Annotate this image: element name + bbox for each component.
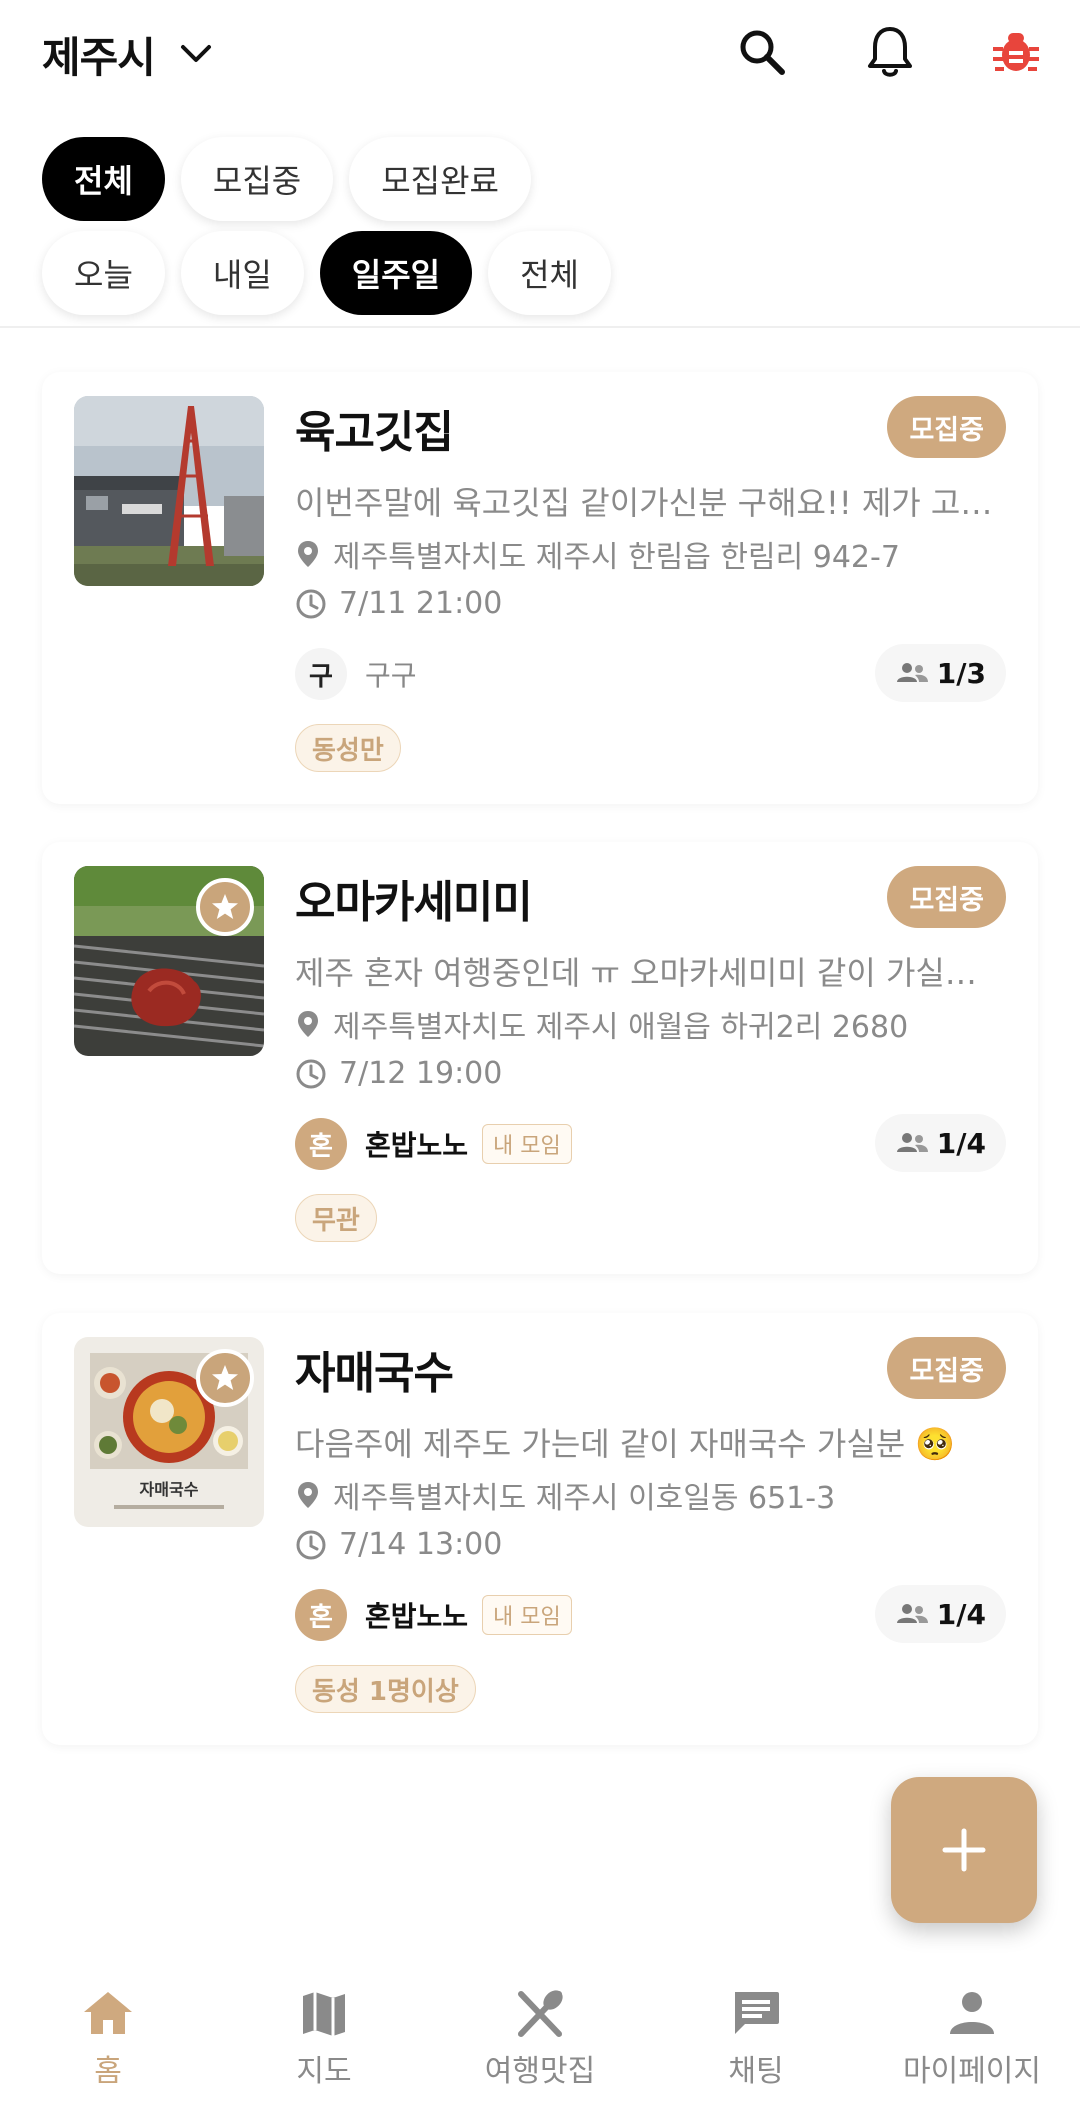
- post-address-row: 제주특별자치도 제주시 한림읍 한림리 942-7: [295, 532, 900, 576]
- participant-count: 1/3: [874, 644, 1006, 702]
- chip-date-tomorrow[interactable]: 내일: [180, 231, 304, 315]
- clock-icon: [296, 1530, 326, 1559]
- chip-status-closed[interactable]: 모집완료: [349, 137, 531, 221]
- people-icon: [896, 1604, 928, 1623]
- host-name: 혼밥노노: [365, 1129, 469, 1162]
- plus-icon: [942, 1828, 986, 1872]
- people-icon: [896, 1133, 928, 1152]
- location-pin-icon: [298, 1482, 318, 1508]
- post-title: 자매국수: [295, 1348, 454, 1399]
- region-selector[interactable]: 제주시: [42, 22, 213, 86]
- date-filter-row: 오늘 내일 일주일 전체: [42, 231, 611, 315]
- nav-item-home[interactable]: 홈: [0, 1960, 216, 2115]
- utensils-icon: [518, 1990, 563, 2037]
- nav-label-restaurants: 여행맛집: [484, 2054, 596, 2089]
- participant-count-text: 1/4: [936, 1126, 986, 1160]
- chip-status-recruiting[interactable]: 모집중: [180, 137, 334, 221]
- location-pin-icon: [298, 541, 318, 567]
- bottom-navigation: 홈 지도 여행맛집 채팅 마이페이지: [0, 1960, 1080, 2115]
- person-icon: [950, 1992, 994, 2034]
- create-post-button[interactable]: [891, 1777, 1037, 1923]
- nav-label-map: 지도: [296, 2054, 352, 2089]
- chat-icon: [735, 1992, 779, 2034]
- chip-date-all[interactable]: 전체: [488, 231, 611, 315]
- map-icon: [303, 1992, 345, 2036]
- clock-icon: [296, 589, 326, 618]
- post-datetime-row: 7/12 19:00: [295, 1056, 502, 1091]
- post-host: 혼 혼밥노노 내 모임: [295, 1589, 572, 1641]
- star-icon: [196, 878, 254, 936]
- chip-status-all[interactable]: 전체: [42, 137, 165, 221]
- avatar: 구: [295, 648, 347, 700]
- post-host: 구 구구: [295, 648, 417, 700]
- post-address: 제주특별자치도 제주시 애월읍 하귀2리 2680: [333, 1010, 909, 1045]
- post-thumbnail: [74, 396, 264, 586]
- nav-item-chat[interactable]: 채팅: [648, 1960, 864, 2115]
- bell-icon[interactable]: [860, 22, 920, 82]
- post-thumbnail: 자매국수: [74, 1337, 264, 1527]
- post-datetime: 7/12 19:00: [339, 1056, 503, 1091]
- post-title: 육고깃집: [295, 407, 454, 458]
- post-address-row: 제주특별자치도 제주시 이호일동 651-3: [295, 1473, 835, 1517]
- my-meeting-badge: 내 모임: [482, 1124, 572, 1164]
- post-datetime: 7/11 21:00: [339, 586, 503, 621]
- thumbnail-caption: 자매국수: [140, 1480, 199, 1499]
- post-datetime: 7/14 13:00: [339, 1527, 503, 1562]
- search-icon[interactable]: [732, 22, 792, 82]
- post-title: 오마카세미미: [295, 877, 533, 928]
- avatar: 혼: [295, 1589, 347, 1641]
- home-icon: [84, 1992, 132, 2034]
- post-thumbnail: [74, 866, 264, 1056]
- participant-count-text: 1/3: [936, 656, 986, 690]
- participant-count: 1/4: [874, 1114, 1006, 1172]
- post-address: 제주특별자치도 제주시 이호일동 651-3: [333, 1481, 836, 1516]
- my-meeting-badge: 내 모임: [482, 1595, 572, 1635]
- star-icon: [196, 1349, 254, 1407]
- nav-label-home: 홈: [94, 2054, 122, 2089]
- condition-tag: 동성 1명이상: [295, 1665, 476, 1713]
- status-badge: 모집중: [887, 866, 1006, 928]
- participant-count: 1/4: [874, 1585, 1006, 1643]
- post-description: 다음주에 제주도 가는데 같이 자매국수 가실분 🥺: [295, 1425, 956, 1463]
- post-datetime-row: 7/14 13:00: [295, 1527, 502, 1562]
- post-card[interactable]: 육고깃집 모집중 이번주말에 육고깃집 같이가신분 구해요!! 제가 고기 잘 …: [42, 372, 1038, 804]
- chevron-down-icon: [179, 37, 213, 71]
- post-address: 제주특별자치도 제주시 한림읍 한림리 942-7: [333, 540, 900, 575]
- clock-icon: [296, 1059, 326, 1088]
- nav-item-restaurants[interactable]: 여행맛집: [432, 1960, 648, 2115]
- chip-date-today[interactable]: 오늘: [42, 231, 165, 315]
- bug-icon[interactable]: [986, 22, 1046, 82]
- status-badge: 모집중: [887, 1337, 1006, 1399]
- nav-item-map[interactable]: 지도: [216, 1960, 432, 2115]
- app-header: 제주시: [0, 0, 1080, 110]
- post-host: 혼 혼밥노노 내 모임: [295, 1118, 572, 1170]
- location-pin-icon: [298, 1011, 318, 1037]
- nav-label-mypage: 마이페이지: [903, 2054, 1041, 2089]
- post-card[interactable]: 오마카세미미 모집중 제주 혼자 여행중인데 ㅠ 오마카세미미 같이 가실분 구…: [42, 842, 1038, 1274]
- nav-label-chat: 채팅: [728, 2054, 784, 2089]
- status-badge: 모집중: [887, 396, 1006, 458]
- region-label: 제주시: [42, 32, 156, 82]
- host-name: 혼밥노노: [365, 1600, 469, 1633]
- post-card[interactable]: 자매국수 자매국수 모집중 다음주에 제주도 가는데 같이 자매국수 가실분 🥺…: [42, 1313, 1038, 1745]
- nav-item-mypage[interactable]: 마이페이지: [864, 1960, 1080, 2115]
- status-filter-row: 전체 모집중 모집완료: [42, 137, 531, 221]
- participant-count-text: 1/4: [936, 1597, 986, 1631]
- chip-date-week[interactable]: 일주일: [319, 231, 473, 315]
- host-name: 구구: [365, 659, 417, 692]
- condition-tag: 동성만: [295, 724, 401, 772]
- post-description: 제주 혼자 여행중인데 ㅠ 오마카세미미 같이 가실분 구해요: [295, 954, 1005, 992]
- condition-tag: 무관: [295, 1194, 377, 1242]
- post-description: 이번주말에 육고깃집 같이가신분 구해요!! 제가 고기 잘 구워요: [295, 484, 1005, 522]
- people-icon: [896, 663, 928, 682]
- post-address-row: 제주특별자치도 제주시 애월읍 하귀2리 2680: [295, 1002, 908, 1046]
- avatar: 혼: [295, 1118, 347, 1170]
- header-divider: [0, 326, 1080, 328]
- post-datetime-row: 7/11 21:00: [295, 586, 502, 621]
